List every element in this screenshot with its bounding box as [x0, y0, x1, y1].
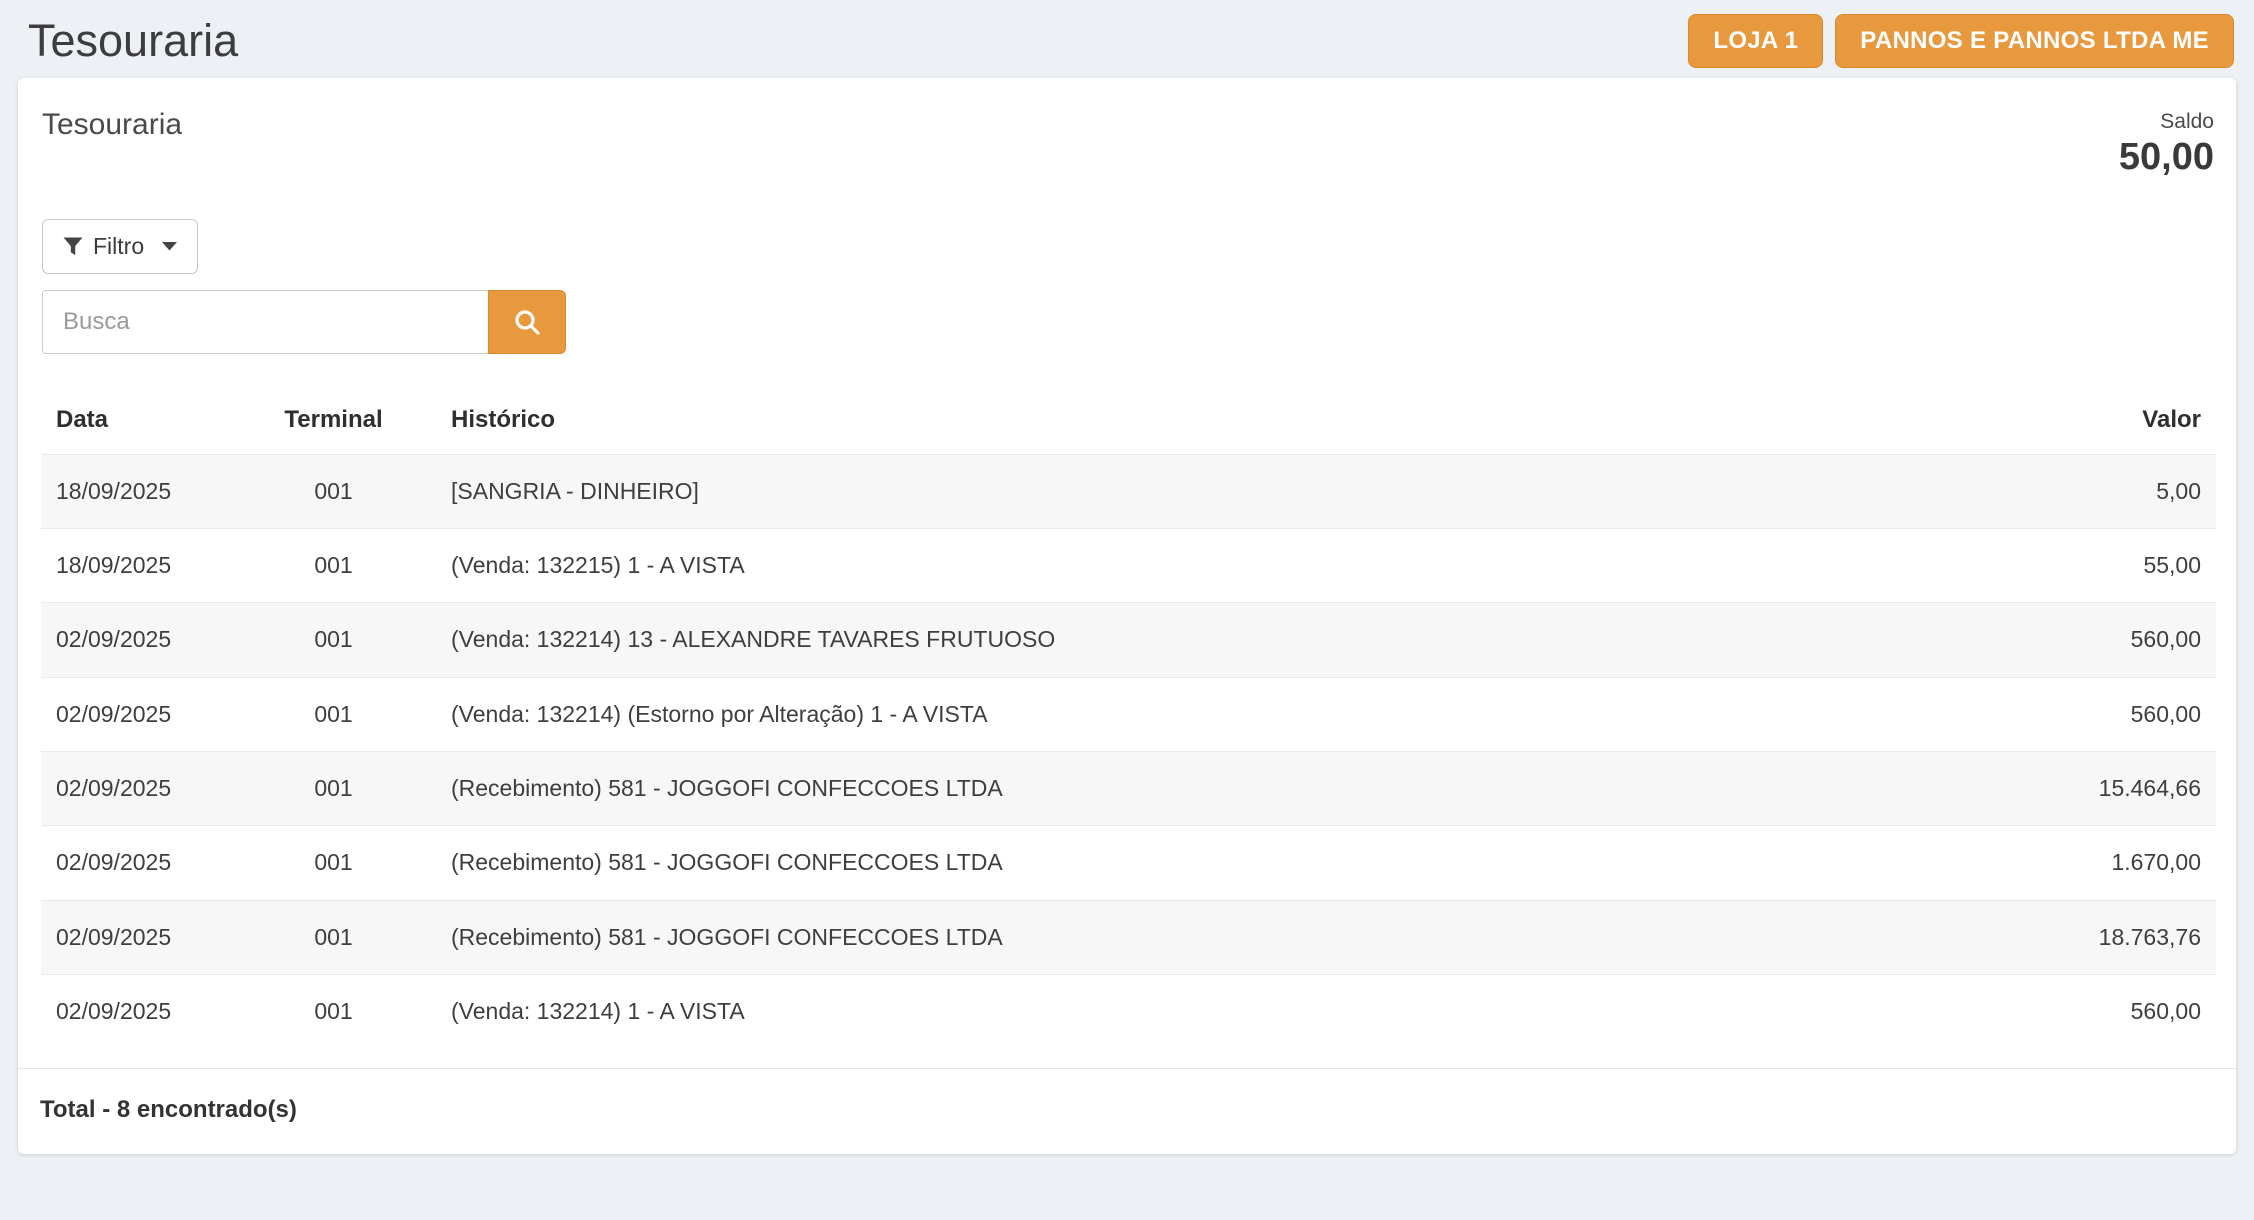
- cell-valor: 55,00: [1981, 529, 2216, 603]
- table-body: 18/09/2025001[SANGRIA - DINHEIRO]5,0018/…: [41, 454, 2216, 1048]
- cell-valor: 1.670,00: [1981, 826, 2216, 900]
- table-row: 02/09/2025001(Venda: 132214) (Estorno po…: [41, 677, 2216, 751]
- table-row: 02/09/2025001(Recebimento) 581 - JOGGOFI…: [41, 752, 2216, 826]
- cell-terminal: 001: [231, 603, 436, 677]
- column-header-terminal: Terminal: [231, 394, 436, 455]
- cell-historico: (Recebimento) 581 - JOGGOFI CONFECCOES L…: [436, 752, 1981, 826]
- saldo-value: 50,00: [2119, 135, 2214, 181]
- column-header-data: Data: [41, 394, 231, 455]
- cell-terminal: 001: [231, 900, 436, 974]
- cell-historico: (Venda: 132214) 1 - A VISTA: [436, 974, 1981, 1048]
- column-header-historico: Histórico: [436, 394, 1981, 455]
- filter-label: Filtro: [93, 233, 144, 260]
- filter-dropdown-button[interactable]: Filtro: [42, 219, 198, 274]
- saldo-label: Saldo: [2119, 108, 2214, 135]
- cell-historico: (Venda: 132214) (Estorno por Alteração) …: [436, 677, 1981, 751]
- cell-terminal: 001: [231, 454, 436, 528]
- search-button[interactable]: [488, 290, 566, 354]
- cell-data: 02/09/2025: [41, 677, 231, 751]
- search-group: [42, 290, 566, 354]
- column-header-valor: Valor: [1981, 394, 2216, 455]
- table-row: 02/09/2025001(Recebimento) 581 - JOGGOFI…: [41, 900, 2216, 974]
- company-button[interactable]: PANNOS E PANNOS LTDA ME: [1835, 14, 2234, 68]
- table-row: 02/09/2025001(Venda: 132214) 13 - ALEXAN…: [41, 603, 2216, 677]
- page-title: Tesouraria: [28, 14, 238, 68]
- cell-terminal: 001: [231, 752, 436, 826]
- cell-terminal: 001: [231, 677, 436, 751]
- filter-row: Filtro: [18, 219, 2236, 274]
- cell-data: 02/09/2025: [41, 974, 231, 1048]
- cell-historico: (Venda: 132215) 1 - A VISTA: [436, 529, 1981, 603]
- cell-valor: 5,00: [1981, 454, 2216, 528]
- table-row: 18/09/2025001(Venda: 132215) 1 - A VISTA…: [41, 529, 2216, 603]
- cell-data: 02/09/2025: [41, 900, 231, 974]
- search-input[interactable]: [42, 290, 488, 354]
- table-row: 02/09/2025001(Venda: 132214) 1 - A VISTA…: [41, 974, 2216, 1048]
- cell-historico: (Recebimento) 581 - JOGGOFI CONFECCOES L…: [436, 900, 1981, 974]
- transactions-table-wrap: Data Terminal Histórico Valor 18/09/2025…: [18, 394, 2236, 1048]
- card-title: Tesouraria: [42, 108, 182, 142]
- cell-terminal: 001: [231, 826, 436, 900]
- cell-data: 18/09/2025: [41, 529, 231, 603]
- cell-historico: (Recebimento) 581 - JOGGOFI CONFECCOES L…: [436, 826, 1981, 900]
- top-buttons: LOJA 1 PANNOS E PANNOS LTDA ME: [1688, 14, 2234, 68]
- cell-data: 02/09/2025: [41, 826, 231, 900]
- table-footer-total: Total - 8 encontrado(s): [18, 1068, 2236, 1154]
- cell-valor: 560,00: [1981, 974, 2216, 1048]
- chevron-down-icon: [162, 242, 177, 251]
- cell-valor: 560,00: [1981, 603, 2216, 677]
- cell-terminal: 001: [231, 974, 436, 1048]
- cell-data: 18/09/2025: [41, 454, 231, 528]
- search-row: [18, 290, 2236, 354]
- cell-data: 02/09/2025: [41, 752, 231, 826]
- saldo-block: Saldo 50,00: [2119, 108, 2214, 181]
- search-icon: [512, 307, 542, 337]
- store-button[interactable]: LOJA 1: [1688, 14, 1823, 68]
- table-row: 02/09/2025001(Recebimento) 581 - JOGGOFI…: [41, 826, 2216, 900]
- cell-data: 02/09/2025: [41, 603, 231, 677]
- cell-historico: [SANGRIA - DINHEIRO]: [436, 454, 1981, 528]
- cell-terminal: 001: [231, 529, 436, 603]
- funnel-icon: [63, 237, 83, 256]
- cell-valor: 18.763,76: [1981, 900, 2216, 974]
- cell-valor: 15.464,66: [1981, 752, 2216, 826]
- cell-valor: 560,00: [1981, 677, 2216, 751]
- topbar: Tesouraria LOJA 1 PANNOS E PANNOS LTDA M…: [0, 0, 2254, 68]
- cell-historico: (Venda: 132214) 13 - ALEXANDRE TAVARES F…: [436, 603, 1981, 677]
- card-header: Tesouraria Saldo 50,00: [18, 108, 2236, 181]
- tesouraria-card: Tesouraria Saldo 50,00 Filtro: [18, 78, 2236, 1154]
- transactions-table: Data Terminal Histórico Valor 18/09/2025…: [41, 394, 2216, 1048]
- table-header-row: Data Terminal Histórico Valor: [41, 394, 2216, 455]
- table-row: 18/09/2025001[SANGRIA - DINHEIRO]5,00: [41, 454, 2216, 528]
